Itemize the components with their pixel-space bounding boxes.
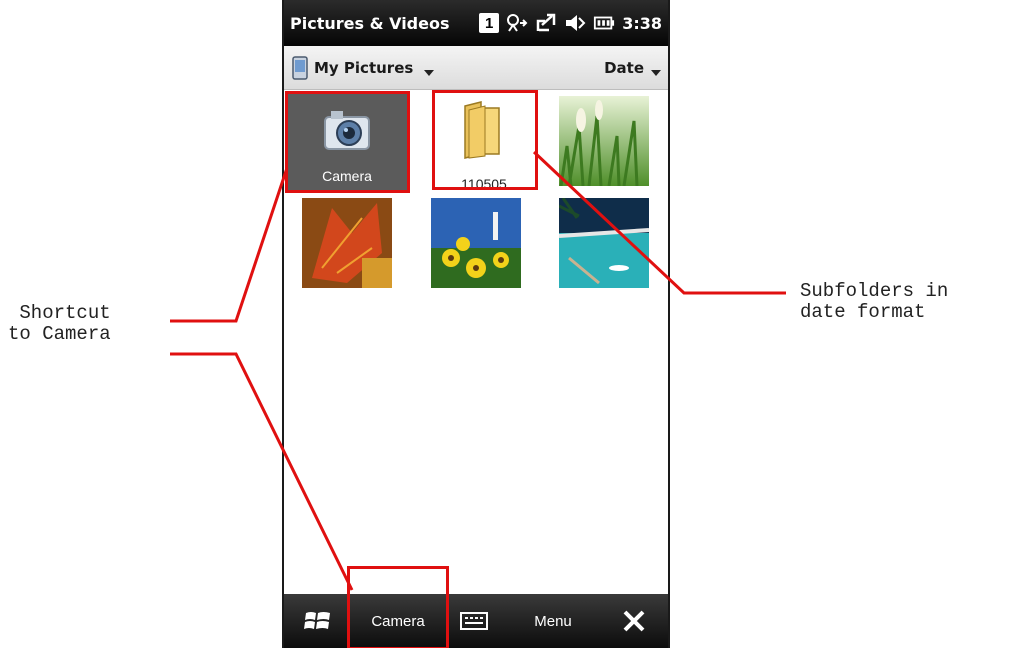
- callout-line-camera-softkey: [170, 352, 354, 591]
- callout-line-camera-tile: [170, 167, 289, 323]
- callout-line-folder: [532, 150, 786, 295]
- callout-lines: [170, 150, 786, 591]
